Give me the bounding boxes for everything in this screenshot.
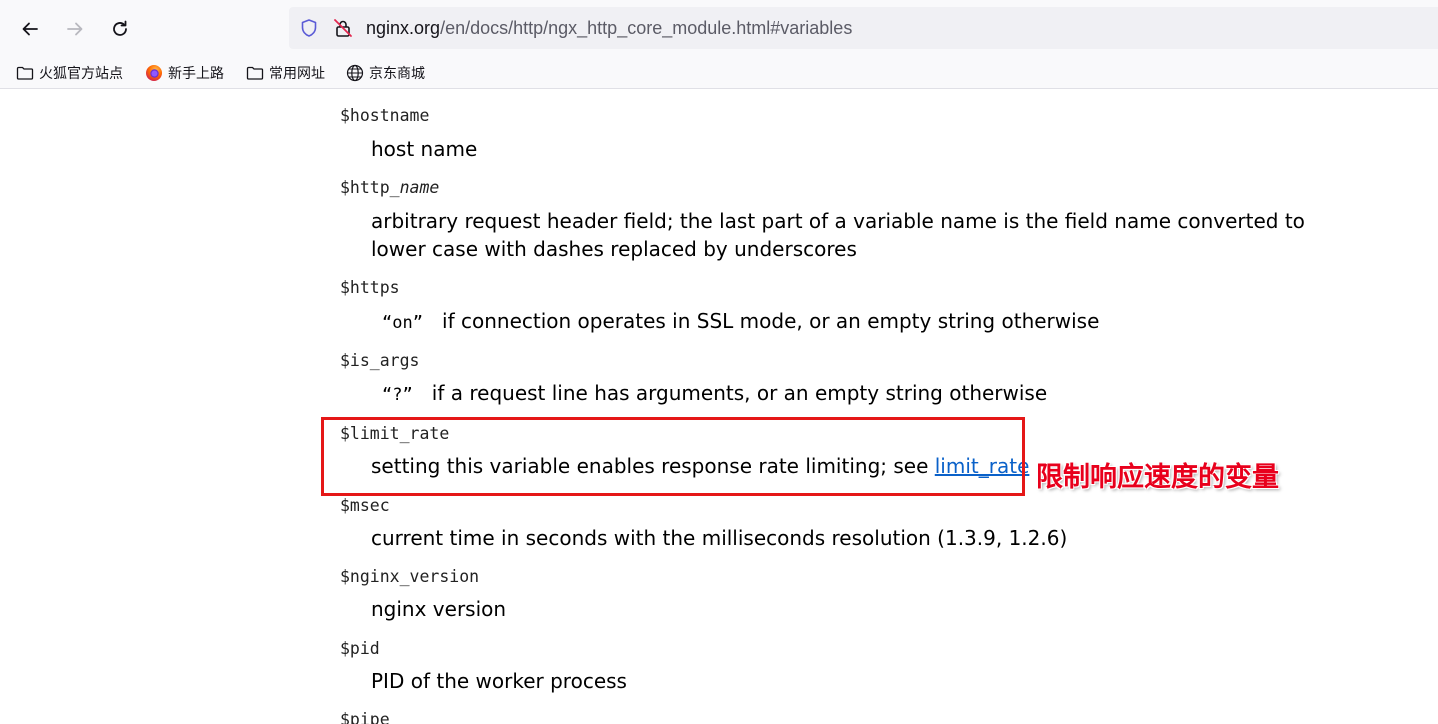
bookmarks-bar: 火狐官方站点 新手上路 常用网址 京东商城	[0, 57, 1438, 89]
variable-name-placeholder: name	[399, 178, 440, 197]
arrow-right-icon	[67, 22, 83, 36]
description-text: if connection operates in SSL mode, or a…	[442, 309, 1100, 333]
bookmark-label: 火狐官方站点	[39, 66, 123, 82]
variable-name: $pipe	[340, 710, 390, 724]
variable-name: $http_name	[340, 178, 439, 197]
variable-name: $hostname	[340, 106, 430, 125]
variable-name: $msec	[340, 496, 390, 515]
variable-description: nginx version	[371, 597, 507, 621]
highlight-box	[321, 417, 1025, 496]
annotation-label: 限制响应速度的变量	[1036, 462, 1279, 493]
bookmark-item[interactable]: 常用网址	[246, 63, 325, 83]
variable-name-prefix: $http_	[340, 178, 400, 197]
variable-name: $pid	[340, 639, 380, 658]
value-quote: “?”	[382, 385, 413, 405]
bookmark-label: 常用网址	[269, 66, 325, 82]
shield-icon[interactable]	[299, 18, 319, 38]
url-path: /en/docs/http/ngx_http_core_module.html#…	[440, 18, 853, 38]
back-button[interactable]	[15, 14, 45, 44]
value-quote: “on”	[382, 313, 423, 333]
variable-description: “on” if connection operates in SSL mode,…	[382, 307, 1342, 337]
address-bar[interactable]: nginx.org/en/docs/http/ngx_http_core_mod…	[289, 7, 1438, 49]
reload-button[interactable]	[105, 14, 135, 44]
reload-icon	[113, 20, 127, 36]
variable-description: arbitrary request header field; the last…	[371, 209, 1305, 261]
page-content: $hostname host name $http_name arbitrary…	[0, 90, 1438, 724]
bookmark-label: 新手上路	[168, 66, 224, 82]
variable-description: “?” if a request line has arguments, or …	[382, 379, 1342, 409]
folder-icon	[246, 66, 264, 80]
forward-button[interactable]	[60, 14, 90, 44]
browser-toolbar: nginx.org/en/docs/http/ngx_http_core_mod…	[0, 0, 1438, 57]
variable-description: PID of the worker process	[371, 669, 627, 693]
variable-description: current time in seconds with the millise…	[371, 526, 1068, 550]
bookmark-item[interactable]: 京东商城	[346, 63, 425, 83]
variable-name: $https	[340, 278, 400, 297]
firefox-icon	[146, 65, 162, 81]
description-text: if a request line has arguments, or an e…	[431, 381, 1048, 405]
bookmark-label: 京东商城	[369, 66, 425, 82]
insecure-lock-icon[interactable]	[333, 18, 353, 38]
variable-name: $is_args	[340, 351, 420, 370]
variable-description: host name	[371, 137, 478, 161]
url-host: nginx.org	[366, 18, 441, 38]
variable-name: $nginx_version	[340, 567, 480, 586]
arrow-left-icon	[22, 22, 38, 36]
url-text[interactable]: nginx.org/en/docs/http/ngx_http_core_mod…	[366, 18, 852, 39]
folder-icon	[16, 66, 34, 80]
globe-icon	[346, 64, 364, 82]
bookmark-item[interactable]: 新手上路	[145, 63, 224, 83]
bookmark-item[interactable]: 火狐官方站点	[16, 63, 123, 83]
